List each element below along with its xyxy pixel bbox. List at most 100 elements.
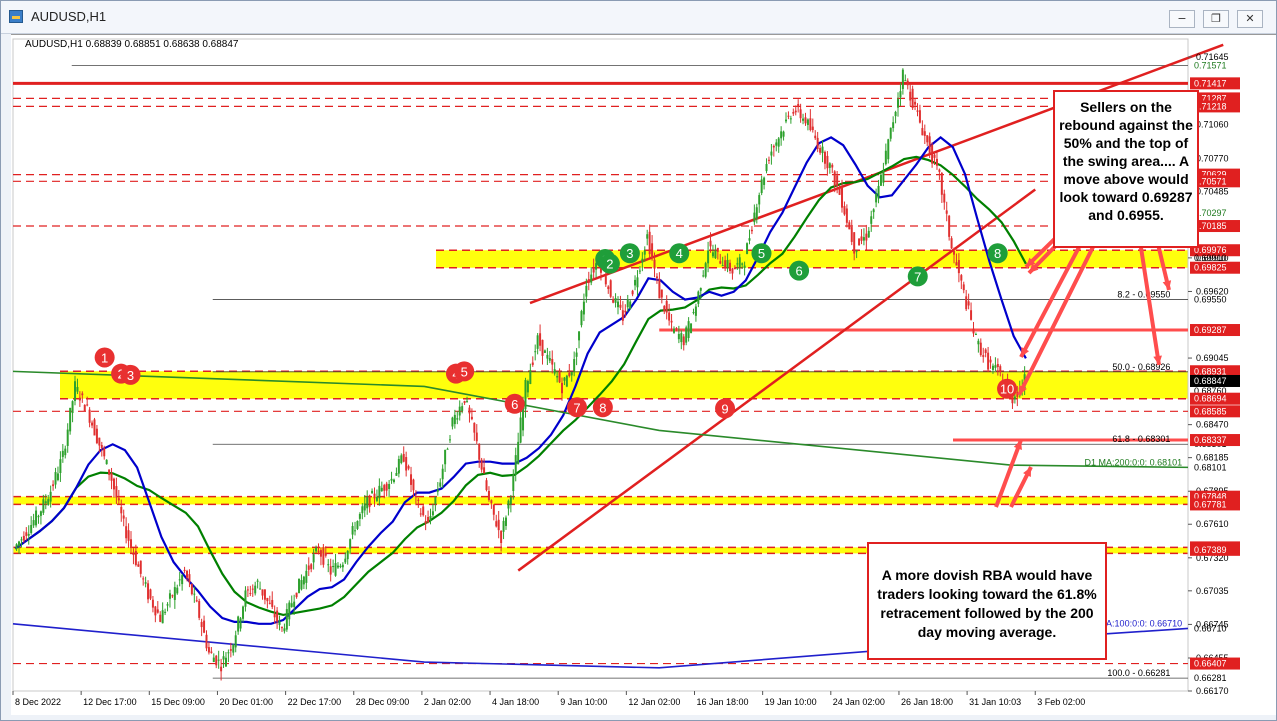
candle-body [344, 558, 347, 563]
candle-body [609, 280, 612, 297]
restore-button[interactable]: ❐ [1203, 10, 1229, 28]
candle-body [965, 296, 968, 310]
candle-body [475, 432, 478, 442]
candle-body [928, 136, 931, 155]
price-label-text: 0.66407 [1194, 659, 1227, 669]
candle-body [655, 276, 658, 278]
y-tick-label: 0.67035 [1196, 586, 1229, 596]
candle-body [999, 366, 1002, 373]
candle-body [943, 193, 946, 203]
candle-body [879, 174, 882, 186]
candle-body [694, 306, 697, 316]
x-tick-label: 4 Jan 18:00 [492, 697, 539, 707]
candle-body [850, 227, 853, 242]
candle-body [305, 570, 308, 583]
candle-body [526, 381, 529, 393]
candle-body [858, 238, 861, 246]
candle-body [239, 618, 242, 629]
swing-marker-red-5: 5 [454, 361, 475, 382]
candle-body [906, 80, 909, 86]
close-button[interactable]: ✕ [1237, 10, 1263, 28]
candle-body [283, 628, 286, 632]
candle-body [18, 541, 21, 546]
candle-body [334, 563, 337, 576]
candle-body [30, 525, 33, 533]
candle-body [860, 236, 863, 241]
x-tick-label: 2 Jan 02:00 [424, 697, 471, 707]
candle-body [103, 448, 106, 457]
swing-marker-label: 4 [676, 246, 683, 261]
candle-body [339, 565, 342, 567]
x-tick-label: 8 Dec 2022 [15, 697, 61, 707]
candle-body [587, 278, 590, 284]
candle-body [125, 526, 128, 539]
candle-body [770, 151, 773, 156]
candle-body [899, 91, 902, 98]
swing-marker-label: 6 [511, 397, 518, 412]
candle-body [806, 119, 809, 125]
candle-body [466, 400, 469, 402]
candle-body [397, 458, 400, 474]
candle-body [249, 593, 252, 595]
candle-body [524, 379, 527, 410]
candle-body [972, 328, 975, 334]
candle-body [823, 151, 826, 164]
swing-marker-green-2: 2 [599, 253, 620, 274]
swing-marker-red-6: 6 [504, 393, 525, 414]
candle-body [453, 414, 456, 425]
candle-body [244, 590, 247, 607]
candle-body [259, 588, 262, 590]
candle-body [105, 459, 108, 465]
swing-marker-label: 7 [573, 400, 580, 415]
candle-body [982, 355, 985, 357]
candle-body [290, 603, 293, 607]
candle-body [685, 327, 688, 343]
candle-body [887, 139, 890, 160]
swing-marker-green-8: 8 [987, 243, 1008, 264]
candle-body [497, 519, 500, 531]
candle-body [848, 222, 851, 230]
candle-body [897, 99, 900, 108]
candle-body [35, 510, 38, 526]
candle-body [59, 459, 62, 473]
candle-body [315, 547, 318, 552]
minimize-button[interactable]: − [1169, 10, 1195, 28]
candle-body [612, 299, 615, 303]
candle-body [682, 336, 685, 346]
candle-body [417, 499, 420, 501]
candle-body [828, 163, 831, 168]
candle-body [509, 497, 512, 505]
candle-body [400, 455, 403, 463]
candle-body [570, 371, 573, 376]
candle-body [935, 158, 938, 166]
y-tick-label: 0.70770 [1196, 153, 1229, 163]
candle-body [643, 250, 646, 255]
candle-body [198, 601, 201, 618]
swing-marker-label: 6 [795, 264, 802, 279]
candle-body [782, 131, 785, 137]
candle-body [738, 257, 741, 268]
candle-body [186, 570, 189, 578]
candle-body [884, 150, 887, 165]
candle-body [575, 352, 578, 357]
candle-body [110, 472, 113, 481]
candle-body [324, 553, 327, 556]
candle-body [677, 333, 680, 340]
candle-body [517, 441, 520, 465]
chart-area[interactable]: 8.2 - 0.69550 50.0 - 0.68926 61.8 - 0.6830… [11, 34, 1276, 715]
candle-body [478, 444, 481, 460]
candle-body [539, 333, 542, 346]
candle-body [52, 484, 55, 487]
candle-body [989, 359, 992, 363]
candle-body [463, 400, 466, 403]
candle-body [763, 177, 766, 185]
candle-body [383, 485, 386, 491]
candle-body [378, 485, 381, 499]
candle-body [25, 532, 28, 536]
candle-body [799, 109, 802, 119]
swing-marker-label: 2 [606, 257, 613, 272]
candle-body [675, 328, 678, 330]
candle-body [556, 376, 559, 378]
candle-body [931, 144, 934, 164]
candle-body [507, 500, 510, 509]
